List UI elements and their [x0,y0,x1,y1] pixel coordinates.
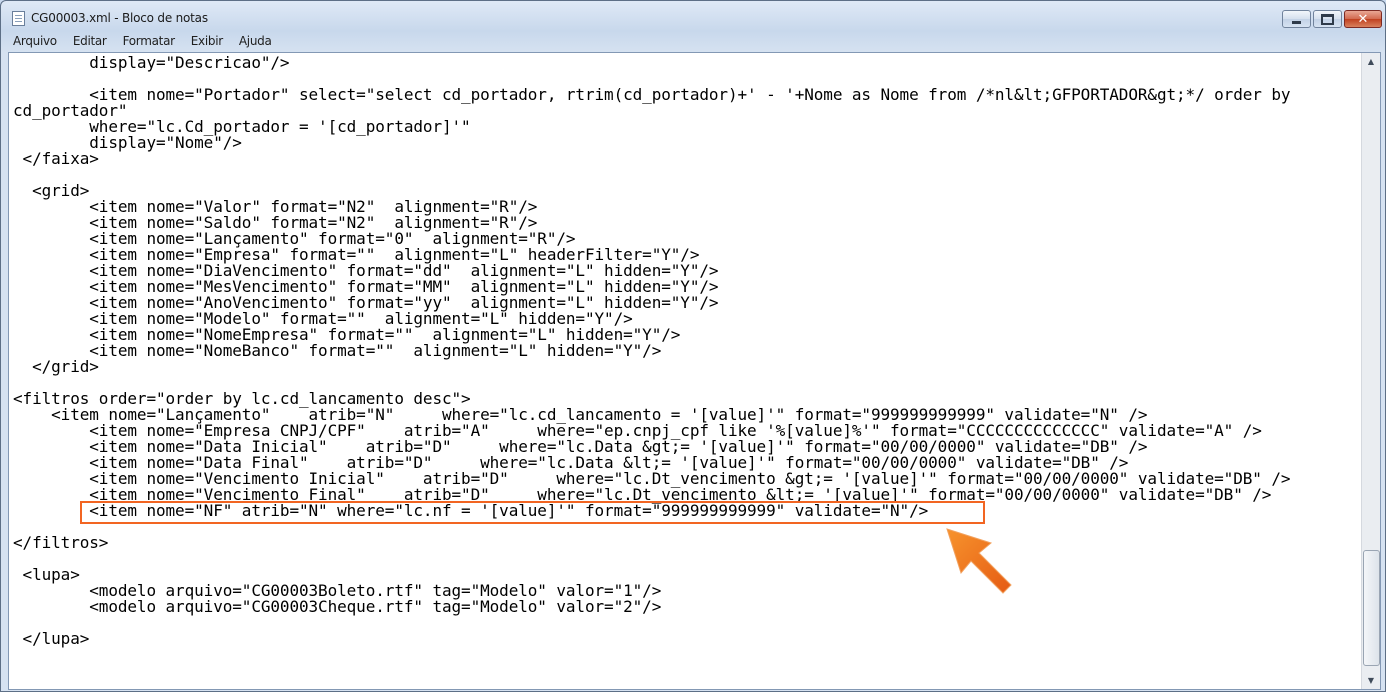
menu-editar[interactable]: Editar [71,34,109,48]
close-icon: ✕ [1357,11,1369,27]
notepad-icon [12,11,25,26]
text-editor[interactable]: display="Descricao"/> <item nome="Portad… [9,53,1360,689]
vertical-scrollbar[interactable]: ▲ ▼ [1361,53,1380,689]
menu-arquivo[interactable]: Arquivo [11,34,59,48]
editor-line: </faixa> [13,149,99,168]
scroll-up-arrow-icon[interactable]: ▲ [1362,53,1380,70]
editor-line: </filtros> [13,533,109,552]
menu-exibir[interactable]: Exibir [189,34,225,48]
scroll-thumb[interactable] [1363,550,1380,666]
menu-ajuda[interactable]: Ajuda [237,34,274,48]
text-editor-frame: display="Descricao"/> <item nome="Portad… [8,52,1381,690]
scroll-down-arrow-icon[interactable]: ▼ [1362,672,1380,689]
callout-arrow-icon [946,528,1012,594]
editor-line: <item nome="NomeBanco" format="" alignme… [13,341,662,360]
notepad-window: CG00003.xml - Bloco de notas ✕ Arquivo E… [0,0,1386,692]
minimize-button[interactable] [1282,10,1311,28]
maximize-icon [1321,13,1334,25]
editor-line: </grid> [13,357,99,376]
window-title: CG00003.xml - Bloco de notas [31,11,208,25]
highlight-box [80,501,985,524]
editor-line: </lupa> [13,629,90,648]
minimize-icon [1292,20,1301,24]
close-button[interactable]: ✕ [1344,10,1382,28]
maximize-button[interactable] [1313,10,1342,28]
menu-bar: Arquivo Editar Formatar Exibir Ajuda [1,31,1385,51]
menu-formatar[interactable]: Formatar [121,34,177,48]
title-bar[interactable]: CG00003.xml - Bloco de notas ✕ [1,1,1385,31]
editor-line: display="Descricao"/> [13,53,290,72]
editor-line: <item nome="Portador" select="select cd_… [13,85,1291,104]
editor-line: <modelo arquivo="CG00003Cheque.rtf" tag=… [13,597,662,616]
